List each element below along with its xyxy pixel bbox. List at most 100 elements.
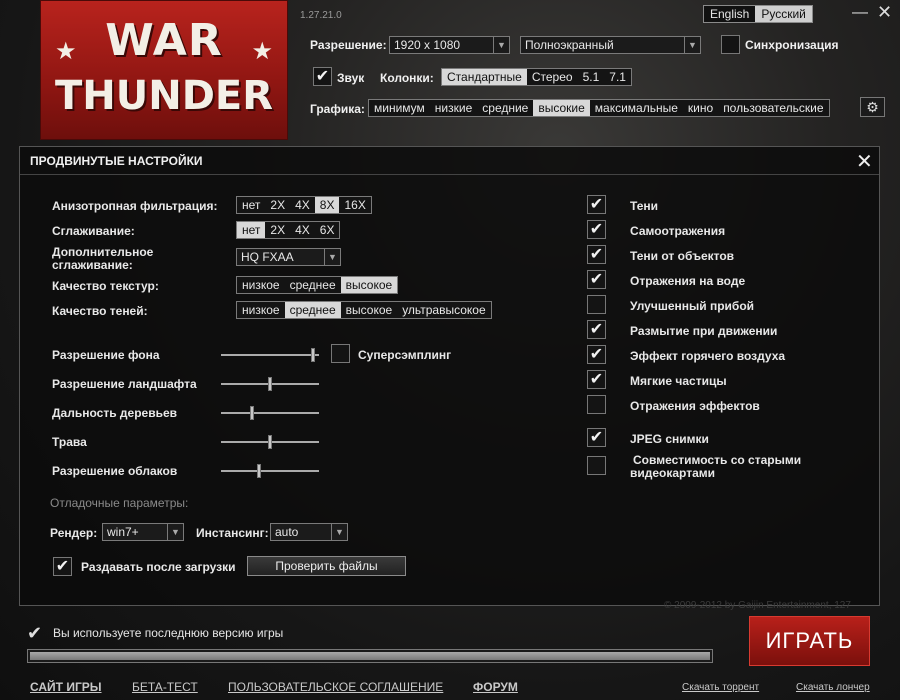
speakers-option[interactable]: Стандартные	[442, 69, 527, 85]
extra-aa-select[interactable]: HQ FXAA ▼	[236, 248, 341, 266]
effect-checkbox[interactable]: ✔	[587, 195, 606, 214]
effect-label: Тени от объектов	[630, 249, 735, 263]
seed-label: Раздавать после загрузки	[81, 560, 236, 574]
close-icon[interactable]: ✕	[856, 149, 873, 174]
quality-slider[interactable]	[221, 435, 319, 449]
effect-label: JPEG снимки	[630, 432, 709, 446]
gear-icon[interactable]: ⚙	[860, 97, 885, 117]
quality-slider[interactable]	[221, 464, 319, 478]
graphics-option[interactable]: кино	[683, 100, 718, 116]
speakers-option[interactable]: 7.1	[604, 69, 631, 85]
lang-russian[interactable]: Русский	[755, 6, 812, 22]
aniso-option[interactable]: нет	[237, 197, 265, 213]
verify-files-button[interactable]: Проверить файлы	[247, 556, 406, 576]
extra-aa-label-2: сглаживание:	[52, 258, 133, 272]
play-button[interactable]: ИГРАТЬ	[749, 616, 870, 666]
footer-link-forum[interactable]: ФОРУМ	[473, 680, 518, 694]
sound-checkbox[interactable]: ✔	[313, 67, 332, 86]
slider-handle[interactable]	[268, 435, 272, 449]
graphics-option[interactable]: пользовательские	[718, 100, 828, 116]
seed-checkbox[interactable]: ✔	[53, 557, 72, 576]
minimize-icon[interactable]: —	[852, 4, 868, 22]
compat-label-2: видеокартами	[630, 466, 716, 480]
supersampling-checkbox[interactable]	[331, 344, 350, 363]
footer-link-launcher[interactable]: Скачать лончер	[796, 682, 870, 693]
effect-checkbox[interactable]	[587, 395, 606, 414]
aa-option[interactable]: 6X	[315, 222, 340, 238]
progress-fill	[30, 652, 710, 660]
aa-option[interactable]: 4X	[290, 222, 315, 238]
graphics-option[interactable]: низкие	[430, 100, 477, 116]
chevron-down-icon: ▼	[167, 524, 183, 540]
aniso-option[interactable]: 16X	[339, 197, 370, 213]
aniso-label: Анизотропная фильтрация:	[52, 199, 218, 213]
slider-handle[interactable]	[268, 377, 272, 391]
shadow-quality-option[interactable]: ультравысокое	[397, 302, 490, 318]
aa-option[interactable]: нет	[237, 222, 266, 238]
texture-option[interactable]: высокое	[340, 277, 398, 293]
aniso-option[interactable]: 8X	[314, 197, 340, 213]
graphics-option[interactable]: минимум	[369, 100, 430, 116]
effect-checkbox[interactable]: ✔	[587, 220, 606, 239]
check-icon: ✔	[589, 271, 604, 288]
check-icon: ✔	[55, 558, 70, 575]
shadow-quality-option[interactable]: низкое	[237, 302, 285, 318]
slider-label: Дальность деревьев	[52, 406, 178, 420]
aniso-option[interactable]: 2X	[265, 197, 290, 213]
shadow-quality-option[interactable]: среднее	[284, 302, 341, 318]
sync-checkbox[interactable]	[721, 35, 740, 54]
instancing-value: auto	[275, 525, 299, 539]
instancing-select[interactable]: auto ▼	[270, 523, 348, 541]
effect-checkbox[interactable]: ✔	[587, 370, 606, 389]
footer-link-torrent[interactable]: Скачать торрент	[682, 682, 759, 693]
aa-selector: нет 2X 4X 6X	[236, 221, 341, 239]
effect-checkbox[interactable]	[587, 295, 606, 314]
debug-params-label: Отладочные параметры:	[50, 496, 189, 510]
texture-option[interactable]: низкое	[237, 277, 285, 293]
resolution-select[interactable]: 1920 x 1080 ▼	[389, 36, 510, 54]
close-window-icon[interactable]: ✕	[877, 2, 892, 23]
footer-link-site[interactable]: САЙТ ИГРЫ	[30, 680, 102, 694]
resolution-label: Разрешение:	[310, 38, 387, 52]
slider-handle[interactable]	[256, 464, 261, 478]
shadow-quality-label: Качество теней:	[52, 304, 148, 318]
quality-slider[interactable]	[221, 348, 319, 362]
war-thunder-logo: ★ ★ WAR THUNDER	[40, 0, 288, 140]
footer-link-beta[interactable]: БЕТА-ТЕСТ	[132, 680, 198, 694]
slider-handle[interactable]	[250, 406, 255, 420]
quality-slider[interactable]	[221, 377, 319, 391]
slider-handle[interactable]	[311, 348, 316, 362]
graphics-option[interactable]: максимальные	[590, 100, 683, 116]
effect-checkbox[interactable]: ✔	[587, 270, 606, 289]
shadow-quality-option[interactable]: высокое	[341, 302, 398, 318]
lang-english[interactable]: English	[704, 6, 755, 22]
footer-link-agreement[interactable]: ПОЛЬЗОВАТЕЛЬСКОЕ СОГЛАШЕНИЕ	[228, 680, 443, 694]
graphics-option[interactable]: высокие	[533, 100, 590, 116]
render-select[interactable]: win7+ ▼	[102, 523, 184, 541]
speakers-option[interactable]: 5.1	[578, 69, 605, 85]
status-text: Вы используете последнюю версию игры	[53, 626, 284, 640]
effect-label: Эффект горячего воздуха	[630, 349, 786, 363]
effect-checkbox[interactable]: ✔	[587, 428, 606, 447]
compat-checkbox[interactable]	[587, 456, 606, 475]
aa-option[interactable]: 2X	[265, 222, 290, 238]
language-switch: English Русский	[703, 5, 813, 23]
quality-slider[interactable]	[221, 406, 319, 420]
texture-label: Качество текстур:	[52, 279, 159, 293]
check-icon: ✔	[589, 371, 604, 388]
graphics-option[interactable]: средние	[477, 100, 533, 116]
slider-label: Разрешение облаков	[52, 464, 178, 478]
slider-label: Трава	[52, 435, 87, 449]
check-icon: ✔	[315, 68, 330, 85]
aniso-option[interactable]: 4X	[290, 197, 315, 213]
texture-option[interactable]: среднее	[285, 277, 341, 293]
display-mode-select[interactable]: Полноэкранный ▼	[520, 36, 701, 54]
render-value: win7+	[107, 525, 139, 539]
effect-checkbox[interactable]: ✔	[587, 245, 606, 264]
effect-checkbox[interactable]: ✔	[587, 345, 606, 364]
speakers-option[interactable]: Стерео	[527, 69, 578, 85]
check-icon: ✔	[589, 321, 604, 338]
panel-title: ПРОДВИНУТЫЕ НАСТРОЙКИ	[30, 154, 203, 168]
effect-checkbox[interactable]: ✔	[587, 320, 606, 339]
logo-thunder-text: THUNDER	[54, 73, 274, 119]
